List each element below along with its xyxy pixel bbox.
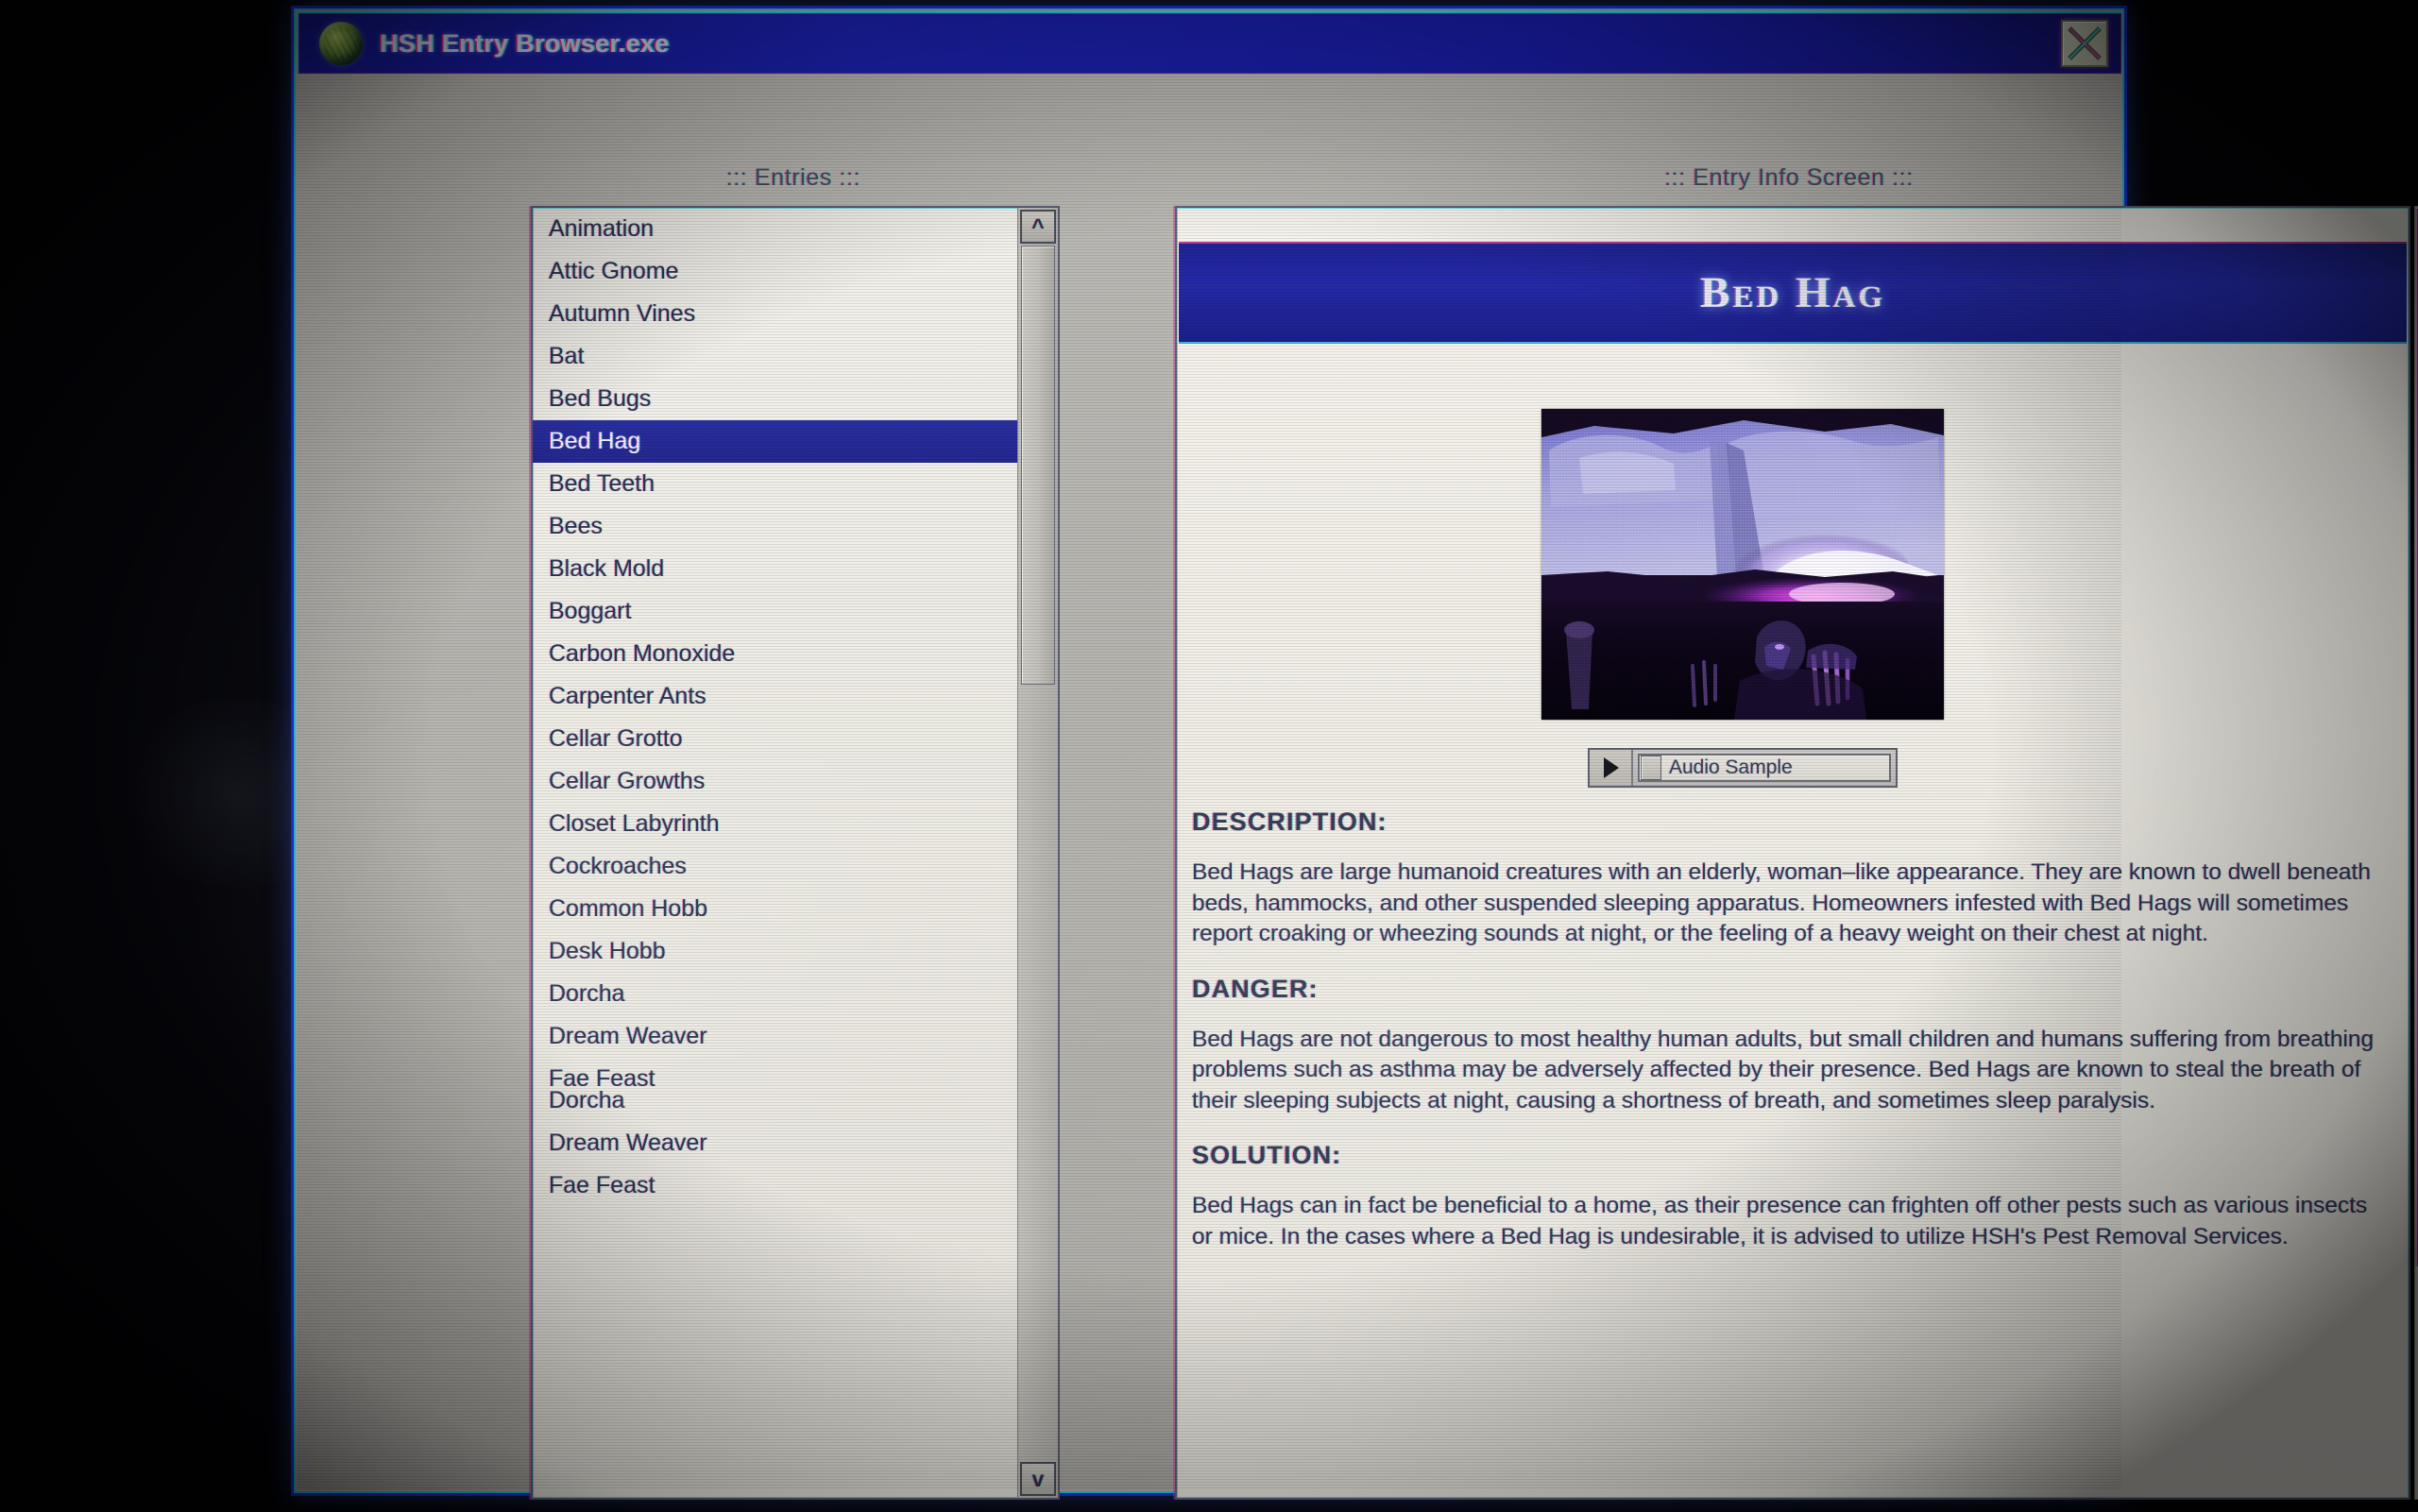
entry-photo [1541, 409, 1944, 720]
scroll-down-icon[interactable]: v [1020, 1462, 1056, 1496]
entry-info-box: Bed Hag Audio Sample DESCRIPTION: Bed Ha… [1175, 206, 2410, 1500]
entries-list-item[interactable]: Bed Teeth [533, 463, 1018, 505]
entries-list-item[interactable]: Autumn Vines [533, 293, 1018, 335]
audio-sample-label: Audio Sample [1669, 756, 1793, 778]
entries-list-box: Animation Attic Gnome Autumn Vines Bat Bed B… [531, 206, 1060, 1500]
entries-list-item[interactable]: Dorcha [533, 1079, 1018, 1122]
section-heading: DESCRIPTION: [1192, 807, 1388, 836]
entries-panel-heading: ::: Entries ::: [725, 164, 861, 191]
entries-scrollbar-thumb[interactable] [1021, 246, 1055, 685]
entries-list-item[interactable]: Dream Weaver [533, 1015, 1018, 1058]
window-body: ::: Entries ::: Animation Attic Gnome Autu… [297, 74, 2418, 1500]
entries-list-item[interactable]: Common Hobb [533, 888, 1018, 930]
entries-list-item[interactable]: Carpenter Ants [533, 675, 1018, 718]
section-heading: SOLUTION: [1192, 1141, 1342, 1170]
entries-list-item[interactable]: Fae Feast [533, 1164, 1018, 1207]
info-panel-heading: ::: Entry Info Screen ::: [1664, 164, 1914, 191]
crt-screen: HSH Entry Browser.exe ::: Entries ::: An… [0, 0, 2418, 1512]
title-bar[interactable]: HSH Entry Browser.exe [297, 11, 2121, 74]
play-icon[interactable] [1590, 750, 1633, 786]
scroll-up-icon[interactable]: ^ [1020, 210, 1056, 244]
entries-list-item[interactable]: Cockroaches [533, 845, 1018, 888]
entries-list-item[interactable]: Desk Hobb [533, 930, 1018, 973]
entries-list-item[interactable]: Bed Hag [533, 420, 1018, 463]
entries-list-item[interactable]: Carbon Monoxide [533, 633, 1018, 675]
entries-list-item[interactable]: Bed Bugs [533, 378, 1018, 420]
entries-list-item[interactable]: Attic Gnome [533, 250, 1018, 293]
entries-scrollbar[interactable]: ^ v [1017, 208, 1058, 1498]
entries-list-item[interactable]: Boggart [533, 590, 1018, 633]
brain-globe-icon [319, 22, 363, 65]
entry-title: Bed Hag [1700, 268, 1885, 317]
entries-list-item[interactable]: Black Mold [533, 548, 1018, 590]
section-body: Bed Hags are large humanoid creatures wi… [1192, 859, 2371, 947]
entry-text-sections: DESCRIPTION: Bed Hags are large humanoid … [1192, 807, 2380, 1253]
close-icon[interactable] [2061, 20, 2108, 67]
audio-progress-slider[interactable]: Audio Sample [1638, 754, 1891, 782]
audio-slider-thumb[interactable] [1641, 756, 1661, 780]
window-title: HSH Entry Browser.exe [380, 28, 670, 58]
section-body: Bed Hags are not dangerous to most healt… [1192, 1026, 2375, 1113]
entries-list-item[interactable]: Closet Labyrinth [533, 803, 1018, 845]
entries-list-item[interactable]: Cellar Growths [533, 760, 1018, 803]
app-window: HSH Entry Browser.exe ::: Entries ::: An… [291, 6, 2418, 1500]
entries-list-item[interactable]: Cellar Grotto [533, 718, 1018, 760]
entries-list-item[interactable]: Animation [533, 208, 1018, 250]
entries-list-item[interactable]: Bat [533, 335, 1018, 378]
info-scrollbar[interactable] [2414, 206, 2418, 1500]
entries-list-item[interactable]: Dream Weaver [533, 1122, 1018, 1164]
audio-sample-player[interactable]: Audio Sample [1588, 748, 1898, 788]
section-heading: DANGER: [1192, 974, 1319, 1003]
section-body: Bed Hags can in fact be beneficial to a … [1192, 1193, 2368, 1250]
entry-title-banner: Bed Hag [1179, 242, 2407, 344]
entries-scroll-view[interactable]: Animation Attic Gnome Autumn Vines Bat Bed B… [533, 208, 1018, 1498]
entries-list-item[interactable]: Bees [533, 505, 1018, 548]
entries-list-item[interactable]: Dorcha [533, 973, 1018, 1015]
